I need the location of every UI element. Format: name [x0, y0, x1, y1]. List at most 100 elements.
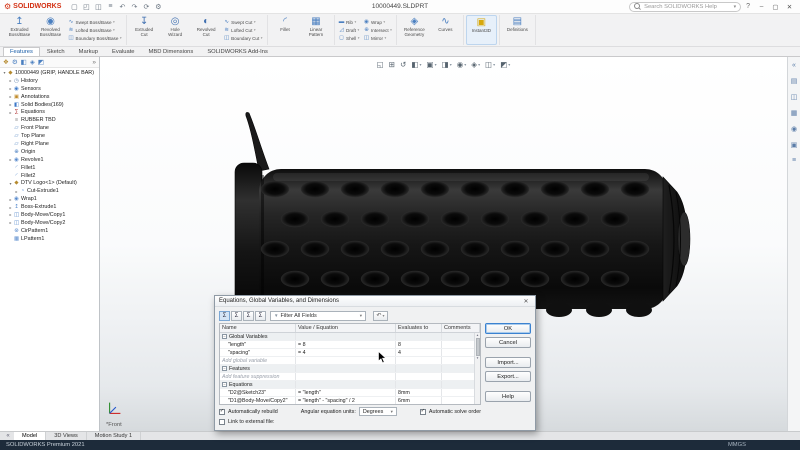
help-icon[interactable]: ? [746, 3, 750, 10]
configurationmanager-tab-icon[interactable]: ◧ [21, 58, 27, 66]
design-library-icon[interactable]: ▤ [791, 77, 798, 85]
angular-units-select[interactable]: Degrees ▾ [359, 407, 397, 416]
close-icon[interactable]: ✕ [521, 298, 531, 305]
ordered-view-toggle[interactable]: Σ [255, 311, 266, 321]
tab-solidworks-add-ins[interactable]: SOLIDWORKS Add-Ins [200, 47, 275, 57]
collapse-box-icon[interactable]: − [222, 366, 227, 371]
equation-row[interactable]: Add feature suppression [220, 373, 480, 381]
tree-item-history[interactable]: ▸◷History [0, 77, 99, 85]
column-name[interactable]: Name [220, 324, 296, 332]
tree-item-origin[interactable]: ⊕Origin [0, 148, 99, 156]
equation-row[interactable]: "D2@Sketch23"= "length"8mm [220, 389, 480, 397]
revolved-boss-base-button[interactable]: ◉Revolved Boss/Base [35, 15, 66, 45]
rib-button[interactable]: ▬Rib▾ [339, 19, 360, 26]
tab-sketch[interactable]: Sketch [40, 47, 72, 57]
tree-item-equations[interactable]: ▸∑Equations [0, 108, 99, 116]
previous-view-icon[interactable]: ↺ [400, 60, 406, 69]
file-explorer-icon[interactable]: ◫ [791, 93, 798, 101]
tree-item-right-plane[interactable]: ▱Right Plane [0, 140, 99, 148]
edit-appearance-icon[interactable]: ◈▾ [471, 60, 480, 69]
tree-item-solid-bodies-169[interactable]: ▸◧Solid Bodies(169) [0, 101, 99, 109]
equation-section-row[interactable]: −Features [220, 365, 480, 373]
tree-item-rubber-tbd[interactable]: ≡RUBBER TBD [0, 116, 99, 124]
hole-wizard-button[interactable]: ◎Hole Wizard [160, 15, 191, 45]
reference-geometry-button[interactable]: ◈Reference Geometry [399, 15, 430, 45]
tab-nav-icon[interactable]: « [2, 432, 14, 440]
automatic-solve-order-checkbox[interactable]: ✓ [420, 409, 426, 415]
dialog-titlebar[interactable]: Equations, Global Variables, and Dimensi… [215, 296, 535, 307]
tree-item-revolve1[interactable]: ▸◉Revolve1 [0, 156, 99, 164]
equation-row[interactable]: "spacing"= 44 [220, 349, 480, 357]
tree-item-wrap1[interactable]: ▸◉Wrap1 [0, 195, 99, 203]
import-button[interactable]: Import... [485, 357, 531, 368]
undo-button[interactable]: ↶ ▾ [373, 311, 388, 321]
curves-button[interactable]: ∿Curves [430, 15, 461, 45]
status-units[interactable]: MMGS [728, 442, 746, 448]
save-icon[interactable]: ◫ [93, 3, 103, 11]
tree-item-front-plane[interactable]: ▱Front Plane [0, 124, 99, 132]
displaymanager-tab-icon[interactable]: ◩ [38, 58, 44, 66]
tab-model[interactable]: Model [14, 432, 46, 440]
section-view-icon[interactable]: ◧▾ [411, 60, 421, 69]
tree-item-fillet2[interactable]: ◜Fillet2 [0, 172, 99, 180]
collapse-taskpane-icon[interactable]: « [792, 62, 796, 69]
tree-item-body-move-copy2[interactable]: ▸◫Body-Move/Copy2 [0, 219, 99, 227]
extruded-boss-base-button[interactable]: ↥Extruded Boss/Base [4, 15, 35, 45]
equation-view-toggle[interactable]: Σ [219, 311, 230, 321]
column-evaluates-to[interactable]: Evaluates to [396, 324, 442, 332]
tree-item-fillet1[interactable]: ◜Fillet1 [0, 164, 99, 172]
draft-button[interactable]: ◿Draft▾ [339, 27, 360, 34]
collapse-box-icon[interactable]: − [222, 334, 227, 339]
table-scrollbar[interactable]: ▴ ▾ [474, 333, 480, 404]
column-value-equation[interactable]: Value / Equation [296, 324, 396, 332]
close-button[interactable]: ✕ [783, 3, 796, 11]
options-icon[interactable]: ⚙ [153, 3, 163, 11]
tab-features[interactable]: Features [3, 47, 40, 57]
view-orientation-icon[interactable]: ▣▾ [427, 60, 437, 69]
help-button[interactable]: Help [485, 391, 531, 402]
dimxpertmanager-tab-icon[interactable]: ◈ [30, 58, 35, 66]
tab-motion-study-1[interactable]: Motion Study 1 [87, 432, 141, 440]
zoom-area-icon[interactable]: ⊞ [389, 60, 395, 69]
collapse-box-icon[interactable]: − [222, 382, 227, 387]
boundary-cut-button[interactable]: ◫Boundary Cut▾ [224, 35, 263, 42]
tab-mbd-dimensions[interactable]: MBD Dimensions [142, 47, 201, 57]
scene-icon[interactable]: ▣ [791, 141, 798, 149]
tree-item-annotations[interactable]: ▸▣Annotations [0, 93, 99, 101]
equation-section-row[interactable]: −Equations [220, 381, 480, 389]
hide-show-items-icon[interactable]: ◉▾ [457, 60, 467, 69]
tree-item-boss-extrude1[interactable]: ▸↥Boss-Extrude1 [0, 203, 99, 211]
tree-item-dtv-logo-1-default[interactable]: ▾◆DTV Logo<1> (Default) [0, 179, 99, 187]
custom-properties-icon[interactable]: ≡ [792, 157, 796, 164]
open-file-icon[interactable]: ◰ [81, 3, 91, 11]
revolved-cut-button[interactable]: ◐Revolved Cut [191, 15, 222, 45]
tree-item-lpattern1[interactable]: ▦LPattern1 [0, 235, 99, 243]
panel-expand-icon[interactable]: » [92, 59, 96, 66]
tab-markup[interactable]: Markup [72, 47, 105, 57]
dimension-view-toggle[interactable]: Σ [243, 311, 254, 321]
fillet-button[interactable]: ◜Fillet [270, 15, 301, 45]
chevron-down-icon[interactable]: ▾ [734, 4, 737, 10]
featuremanager-tree-tab-icon[interactable]: ❖ [3, 58, 9, 66]
view-palette-icon[interactable]: ▦ [791, 109, 798, 117]
linear-pattern-button[interactable]: ▦Linear Pattern [301, 15, 332, 45]
print-icon[interactable]: ≡ [105, 3, 115, 10]
wrap-button[interactable]: ◉Wrap▾ [364, 19, 392, 26]
tree-item-top-plane[interactable]: ▱Top Plane [0, 132, 99, 140]
maximize-button[interactable]: ▢ [769, 3, 782, 11]
lofted-boss-base-button[interactable]: ≋Lofted Boss/Base▾ [68, 27, 122, 34]
propertymanager-tab-icon[interactable]: ⚙ [12, 58, 18, 66]
new-file-icon[interactable]: ▢ [69, 3, 79, 11]
display-style-icon[interactable]: ◨▾ [442, 60, 452, 69]
tree-item-sensors[interactable]: ▸◉Sensors [0, 85, 99, 93]
scroll-down-icon[interactable]: ▾ [477, 356, 479, 360]
tree-item-body-move-copy1[interactable]: ▸◫Body-Move/Copy1 [0, 211, 99, 219]
equation-row[interactable]: Add global variable [220, 357, 480, 365]
swept-cut-button[interactable]: ∿Swept Cut▾ [224, 19, 263, 26]
intersect-button[interactable]: ⊕Intersect▾ [364, 27, 392, 34]
link-external-file-checkbox[interactable] [219, 419, 225, 425]
apply-scene-icon[interactable]: ◫▾ [485, 60, 495, 69]
handle-grip-model[interactable] [195, 107, 695, 317]
tab-evaluate[interactable]: Evaluate [105, 47, 142, 57]
rebuild-icon[interactable]: ⟳ [141, 3, 151, 11]
